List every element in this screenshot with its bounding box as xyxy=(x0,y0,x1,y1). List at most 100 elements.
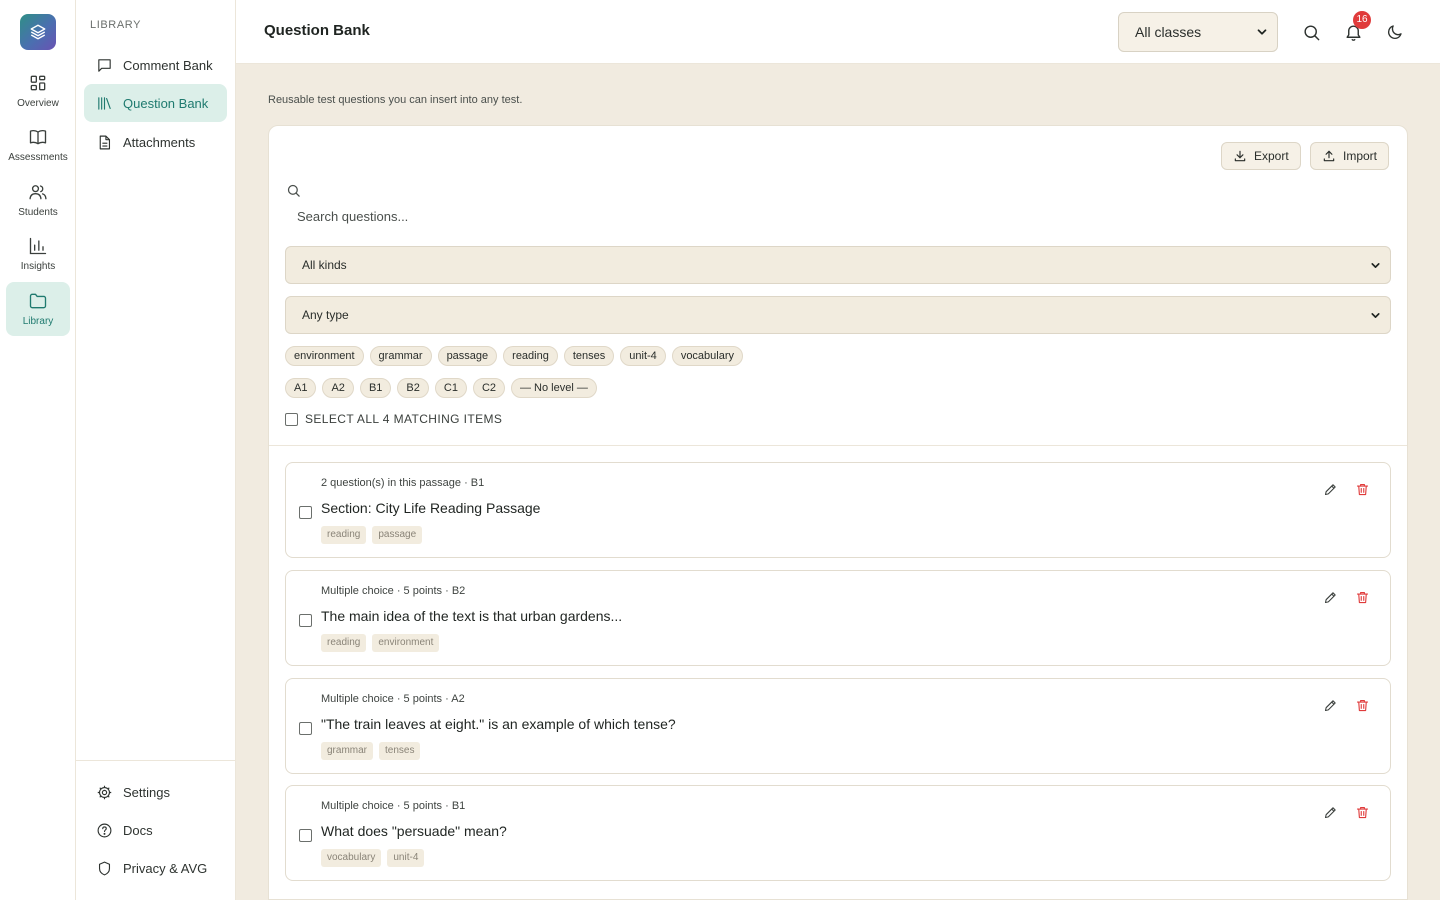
edit-question-button[interactable] xyxy=(1323,590,1341,608)
sidebar-item-attachments[interactable]: Attachments xyxy=(84,123,227,161)
sidebar-item-label: Docs xyxy=(123,822,153,838)
question-title: The main idea of the text is that urban … xyxy=(321,608,623,624)
question-checkbox[interactable] xyxy=(299,614,312,627)
trash-icon xyxy=(1355,698,1373,713)
rail-item-assessments[interactable]: Assessments xyxy=(6,118,70,172)
sidebar-item-label: Question Bank xyxy=(123,95,209,111)
class-filter-select[interactable]: All classes xyxy=(1118,12,1278,52)
question-checkbox[interactable] xyxy=(299,722,312,735)
chevron-down-icon xyxy=(1255,25,1269,39)
class-filter-value: All classes xyxy=(1135,24,1202,40)
sidebar-divider xyxy=(76,760,235,761)
tag-chip[interactable]: reading xyxy=(503,346,558,366)
select-all-checkbox[interactable] xyxy=(285,412,298,426)
question-meta: Multiple choice · 5 points · B2 xyxy=(321,585,466,597)
rail-item-insights[interactable]: Insights xyxy=(6,227,70,281)
level-chip[interactable]: C1 xyxy=(434,378,467,398)
tag-chip[interactable]: unit-4 xyxy=(620,346,666,366)
sidebar-item-privacy[interactable]: Privacy & AVG xyxy=(84,849,227,887)
shield-icon xyxy=(96,860,113,877)
layers-icon xyxy=(29,23,47,41)
question-tag: reading xyxy=(321,526,367,544)
folder-icon xyxy=(28,291,48,311)
rail-item-library[interactable]: Library xyxy=(6,282,70,336)
delete-question-button[interactable] xyxy=(1355,482,1373,500)
pencil-icon xyxy=(1323,590,1341,605)
rail-item-label: Students xyxy=(18,207,58,218)
rail-item-label: Library xyxy=(22,316,54,327)
question-checkbox[interactable] xyxy=(299,506,312,519)
chevron-down-icon xyxy=(1369,259,1382,272)
card-divider xyxy=(269,445,1407,446)
delete-question-button[interactable] xyxy=(1355,590,1373,608)
tag-chip[interactable]: environment xyxy=(285,346,364,366)
top-header: Question Bank All classes 16 xyxy=(236,0,1440,64)
select-all-label: SELECT ALL 4 MATCHING ITEMS xyxy=(305,412,503,426)
level-chip[interactable]: B1 xyxy=(359,378,392,398)
chevron-down-icon xyxy=(1369,309,1382,322)
question-title: Section: City Life Reading Passage xyxy=(321,500,541,516)
rail-item-overview[interactable]: Overview xyxy=(6,64,70,118)
delete-question-button[interactable] xyxy=(1355,805,1373,823)
question-item[interactable]: Multiple choice · 5 points · B1 What doe… xyxy=(285,785,1391,881)
search-input[interactable] xyxy=(286,205,1386,227)
level-chip[interactable]: B2 xyxy=(397,378,429,398)
sidebar-item-label: Comment Bank xyxy=(123,57,213,73)
tag-chip[interactable]: passage xyxy=(437,346,498,366)
download-icon xyxy=(1233,149,1247,163)
trash-icon xyxy=(1355,590,1373,605)
book-icon xyxy=(28,127,48,147)
edit-question-button[interactable] xyxy=(1323,698,1341,716)
question-tag: reading xyxy=(321,634,367,652)
help-circle-icon xyxy=(96,822,113,839)
question-tags: reading passage xyxy=(321,526,423,544)
kind-filter-value: All kinds xyxy=(302,258,347,272)
delete-question-button[interactable] xyxy=(1355,698,1373,716)
grid-icon xyxy=(28,73,48,93)
question-tag: environment xyxy=(372,634,440,652)
bar-chart-icon xyxy=(28,236,48,256)
question-tag: unit-4 xyxy=(387,849,425,867)
import-button[interactable]: Import xyxy=(1310,142,1390,170)
type-filter-select[interactable]: Any type xyxy=(285,296,1391,334)
level-chip[interactable]: A1 xyxy=(285,378,317,398)
upload-icon xyxy=(1322,149,1336,163)
gear-icon xyxy=(96,784,113,801)
tag-chip[interactable]: grammar xyxy=(369,346,432,366)
trash-icon xyxy=(1355,805,1373,820)
question-checkbox[interactable] xyxy=(299,829,312,842)
tag-chip[interactable]: tenses xyxy=(563,346,615,366)
icon-rail: Overview Assessments Students Insights L… xyxy=(0,0,76,900)
question-tags: reading environment xyxy=(321,634,440,652)
question-item[interactable]: Multiple choice · 5 points · A2 "The tra… xyxy=(285,678,1391,774)
sidebar-item-comment-bank[interactable]: Comment Bank xyxy=(84,46,227,84)
pencil-icon xyxy=(1323,482,1341,497)
sidebar-item-settings[interactable]: Settings xyxy=(84,773,227,811)
level-chip[interactable]: C2 xyxy=(472,378,505,398)
search-icon xyxy=(286,183,301,198)
question-item[interactable]: 2 question(s) in this passage · B1 Secti… xyxy=(285,462,1391,558)
select-all-toggle[interactable]: SELECT ALL 4 MATCHING ITEMS xyxy=(285,412,502,426)
edit-question-button[interactable] xyxy=(1323,482,1341,500)
notifications-button[interactable]: 16 xyxy=(1337,11,1371,48)
question-tags: grammar tenses xyxy=(321,742,421,760)
theme-toggle-button[interactable] xyxy=(1379,16,1411,48)
question-meta: Multiple choice · 5 points · A2 xyxy=(321,693,465,705)
edit-question-button[interactable] xyxy=(1323,805,1341,823)
app-logo[interactable] xyxy=(20,14,56,50)
sidebar-item-question-bank[interactable]: Question Bank xyxy=(84,84,227,122)
level-chip[interactable]: A2 xyxy=(322,378,354,398)
rail-item-students[interactable]: Students xyxy=(6,173,70,227)
search-button[interactable] xyxy=(1295,16,1327,48)
level-chip[interactable]: — No level — xyxy=(511,378,597,398)
export-button[interactable]: Export xyxy=(1221,142,1301,170)
question-tag: tenses xyxy=(379,742,421,760)
sidebar-item-docs[interactable]: Docs xyxy=(84,811,227,849)
tag-chip[interactable]: vocabulary xyxy=(671,346,744,366)
tag-filter-chips: environment grammar passage reading tens… xyxy=(285,346,744,366)
kind-filter-select[interactable]: All kinds xyxy=(285,246,1391,284)
export-label: Export xyxy=(1254,149,1289,163)
question-item[interactable]: Multiple choice · 5 points · B2 The main… xyxy=(285,570,1391,666)
file-text-icon xyxy=(96,134,113,151)
question-tag: grammar xyxy=(321,742,374,760)
